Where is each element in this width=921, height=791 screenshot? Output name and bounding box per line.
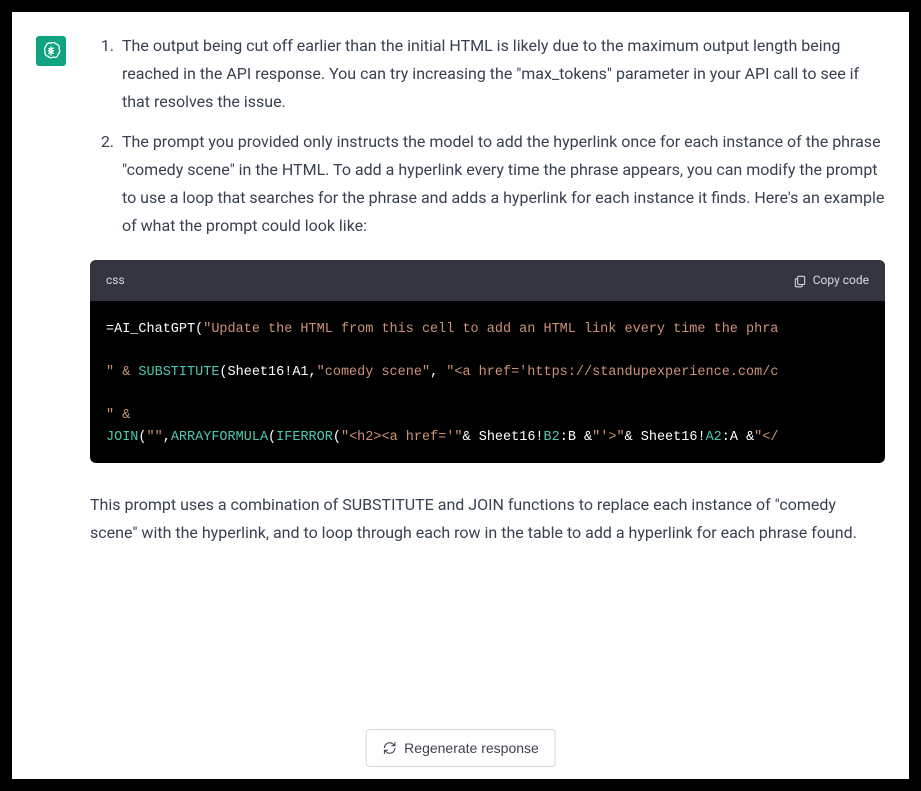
code-block: css Copy code =AI_ChatGPT("Update the HT…	[90, 260, 885, 463]
code-language-label: css	[106, 270, 125, 291]
refresh-icon	[382, 741, 396, 755]
message-content: The output being cut off earlier than th…	[90, 32, 885, 779]
assistant-avatar	[36, 36, 66, 66]
openai-logo-icon	[40, 40, 62, 62]
regenerate-label: Regenerate response	[404, 740, 539, 756]
regenerate-container: Regenerate response	[365, 729, 556, 767]
list-item: The output being cut off earlier than th…	[118, 32, 885, 116]
closing-paragraph: This prompt uses a combination of SUBSTI…	[90, 491, 885, 547]
numbered-list: The output being cut off earlier than th…	[90, 32, 885, 240]
list-item: The prompt you provided only instructs t…	[118, 128, 885, 240]
chat-message-container: The output being cut off earlier than th…	[12, 12, 909, 779]
copy-code-label: Copy code	[813, 270, 869, 291]
copy-code-button[interactable]: Copy code	[793, 270, 869, 291]
code-content[interactable]: =AI_ChatGPT("Update the HTML from this c…	[90, 301, 885, 463]
clipboard-icon	[793, 274, 807, 288]
code-header: css Copy code	[90, 260, 885, 301]
regenerate-button[interactable]: Regenerate response	[365, 729, 556, 767]
